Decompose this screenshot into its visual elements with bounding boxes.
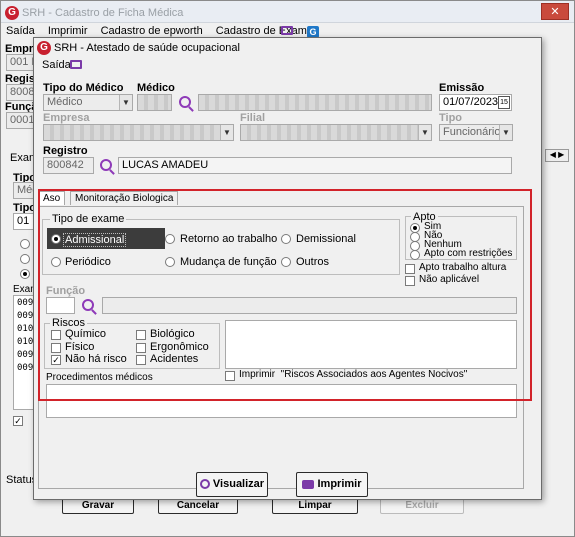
medico-name-field xyxy=(198,94,432,111)
calendar-icon[interactable]: 15 xyxy=(498,96,510,109)
bg-exam-list: 009 009 010 010 009 009 xyxy=(13,295,34,410)
menu-cadastro-epworth[interactable]: Cadastro de epworth xyxy=(101,25,203,37)
emissao-value: 01/07/2023 xyxy=(443,96,499,108)
filial-select[interactable]: ▼ xyxy=(240,124,432,141)
tipo-medico-select[interactable]: Médico ▼ xyxy=(43,94,133,111)
bg-exam-row: 009 xyxy=(17,350,34,360)
highlight-box xyxy=(38,189,532,401)
tipo-label: Tipo xyxy=(439,112,463,124)
app-logo-icon: G xyxy=(5,6,19,20)
empresa-select[interactable]: ▼ xyxy=(43,124,234,141)
chevron-down-icon[interactable]: ▼ xyxy=(220,125,233,140)
main-window-title: SRH - Cadastro de Ficha Médica xyxy=(22,7,184,19)
dialog-menu-saida[interactable]: Saída xyxy=(42,59,71,71)
chevron-down-icon[interactable]: ▼ xyxy=(499,125,512,140)
printer-icon xyxy=(302,479,315,489)
medico-search-icon[interactable] xyxy=(179,96,191,108)
monitor-icon[interactable] xyxy=(281,26,293,35)
chevron-down-icon[interactable]: ▼ xyxy=(119,95,132,110)
emissao-label: Emissão xyxy=(439,82,485,94)
tipo-select[interactable]: Funcionário ▼ xyxy=(439,124,513,141)
bg-exam-row: 010 xyxy=(17,324,34,334)
tipo-value: Funcionário xyxy=(443,126,501,138)
main-menu-bar: Saída Imprimir Cadastro de epworth Cadas… xyxy=(6,25,319,37)
dialog-title: SRH - Atestado de saúde ocupacional xyxy=(54,42,240,54)
menu-saida[interactable]: Saída xyxy=(6,25,35,37)
visualizar-label: Visualizar xyxy=(212,478,265,490)
bg-exam-row: 009 xyxy=(17,298,34,308)
dialog-logo-icon: G xyxy=(37,41,51,55)
bg-field-funcao: 0001 xyxy=(6,112,34,129)
bg-field-tipo-2: 01 xyxy=(13,213,34,230)
filial-label: Filial xyxy=(240,112,266,124)
menu-imprimir[interactable]: Imprimir xyxy=(48,25,88,37)
chevron-down-icon[interactable]: ▼ xyxy=(418,125,431,140)
registro-field[interactable]: 800842 xyxy=(43,157,94,174)
medico-label: Médico xyxy=(137,82,175,94)
imprimir-label: Imprimir xyxy=(317,478,362,490)
bg-radio-2[interactable] xyxy=(20,254,30,264)
bg-tab-scroll-arrows[interactable]: ◀ ▶ xyxy=(545,149,569,162)
bg-field-tipo: Méd xyxy=(13,182,34,199)
registro-label: Registro xyxy=(43,145,88,157)
bg-radio-1[interactable] xyxy=(20,239,30,249)
bg-exam-row: 009 xyxy=(17,363,34,373)
registro-search-icon[interactable] xyxy=(100,159,112,171)
bg-exam-row: 009 xyxy=(17,311,34,321)
dialog-monitor-icon[interactable] xyxy=(70,60,82,69)
bg-field-empresa: 001 E xyxy=(6,54,34,71)
bg-checkbox[interactable]: ✓ xyxy=(13,416,23,426)
registro-name-field: LUCAS AMADEU xyxy=(118,157,512,174)
medico-code-field[interactable] xyxy=(137,94,172,111)
atestado-dialog: G SRH - Atestado de saúde ocupacional Sa… xyxy=(33,37,542,500)
visualizar-button[interactable]: Visualizar xyxy=(196,472,268,497)
bg-field-registro: 80084 xyxy=(6,84,34,101)
close-window-button[interactable]: ✕ xyxy=(541,3,569,20)
search-icon xyxy=(199,479,210,490)
menu-cadastro-exames[interactable]: Cadastro de Exames xyxy=(216,25,319,37)
empresa-label: Empresa xyxy=(43,112,90,124)
imprimir-button[interactable]: Imprimir xyxy=(296,472,368,497)
emissao-date-field[interactable]: 01/07/2023 15 xyxy=(439,94,512,111)
bg-exam-row: 010 xyxy=(17,337,34,347)
tipo-medico-value: Médico xyxy=(47,96,83,108)
bg-radio-3[interactable] xyxy=(20,269,30,279)
tipo-medico-label: Tipo do Médico xyxy=(43,82,124,94)
